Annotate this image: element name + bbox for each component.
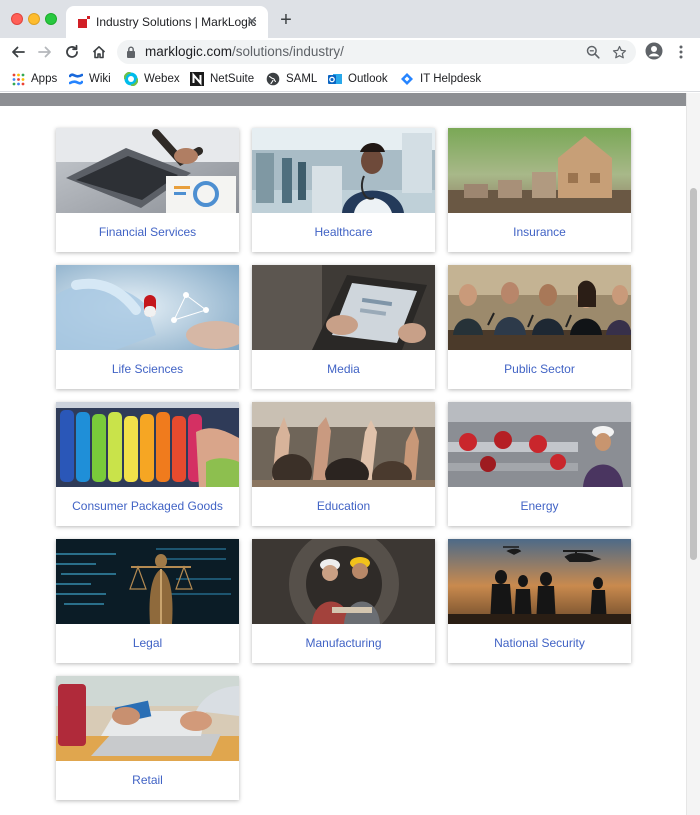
tab-strip: Industry Solutions | MarkLogic ✕ + bbox=[0, 0, 700, 38]
header-banner bbox=[0, 93, 686, 106]
industry-label[interactable]: National Security bbox=[448, 624, 631, 663]
industry-label[interactable]: Manufacturing bbox=[252, 624, 435, 663]
industry-label[interactable]: Insurance bbox=[448, 213, 631, 252]
industry-label[interactable]: Life Sciences bbox=[56, 350, 239, 389]
coin-stacks-and-wooden-house-photo bbox=[448, 128, 631, 213]
workers-in-hard-hats-photo bbox=[252, 539, 435, 624]
industry-card-media[interactable]: Media bbox=[252, 265, 435, 389]
lock-icon bbox=[127, 46, 135, 58]
new-tab-icon[interactable]: + bbox=[276, 10, 296, 30]
bookmark-outlook[interactable]: Outlook bbox=[328, 71, 388, 87]
scrollbar-thumb[interactable] bbox=[690, 188, 697, 560]
industry-card-life-sciences[interactable]: Life Sciences bbox=[56, 265, 239, 389]
marklogic-favicon-icon bbox=[78, 16, 90, 28]
industry-label[interactable]: Education bbox=[252, 487, 435, 526]
bookmark-label: Webex bbox=[144, 73, 180, 85]
active-tab[interactable]: Industry Solutions | MarkLogic ✕ bbox=[66, 6, 268, 38]
zoom-icon[interactable] bbox=[585, 44, 601, 60]
close-tab-icon[interactable]: ✕ bbox=[244, 13, 260, 29]
vertical-scrollbar[interactable] bbox=[686, 93, 700, 815]
industry-card-energy[interactable]: Energy bbox=[448, 402, 631, 526]
browser-toolbar: marklogic.com/solutions/industry/ bbox=[0, 38, 700, 66]
bookmark-label: SAML bbox=[286, 73, 318, 85]
industry-card-insurance[interactable]: Insurance bbox=[448, 128, 631, 252]
engineer-at-pipeline-valves-photo bbox=[448, 402, 631, 487]
confluence-icon bbox=[69, 72, 83, 86]
back-arrow-icon[interactable] bbox=[8, 42, 28, 62]
lady-justice-statue-photo bbox=[56, 539, 239, 624]
industry-label[interactable]: Consumer Packaged Goods bbox=[56, 487, 239, 526]
bookmark-label: IT Helpdesk bbox=[420, 73, 482, 85]
industry-card-healthcare[interactable]: Healthcare bbox=[252, 128, 435, 252]
bookmark-wiki[interactable]: Wiki bbox=[69, 71, 111, 87]
industry-card-financial-services[interactable]: Financial Services bbox=[56, 128, 239, 252]
apps-grid-icon bbox=[11, 72, 25, 86]
industry-card-manufacturing[interactable]: Manufacturing bbox=[252, 539, 435, 663]
address-bar[interactable]: marklogic.com/solutions/industry/ bbox=[117, 40, 636, 64]
bookmark-label: NetSuite bbox=[210, 73, 255, 85]
bookmarks-bar: Apps Wiki Webex NetSuite SAML Outlook IT… bbox=[0, 66, 700, 92]
industry-label[interactable]: Financial Services bbox=[56, 213, 239, 252]
bookmark-label: Apps bbox=[31, 73, 58, 85]
doctor-with-stethoscope-photo bbox=[252, 128, 435, 213]
bookmark-label: Outlook bbox=[348, 73, 388, 85]
students-raising-hands-photo bbox=[252, 402, 435, 487]
webex-icon bbox=[124, 72, 138, 86]
industry-label[interactable]: Healthcare bbox=[252, 213, 435, 252]
industry-label[interactable]: Media bbox=[252, 350, 435, 389]
maximize-window-button[interactable] bbox=[45, 13, 57, 25]
panel-of-officials-with-microphones-photo bbox=[448, 265, 631, 350]
industry-card-retail[interactable]: Retail bbox=[56, 676, 239, 800]
industry-card-public-sector[interactable]: Public Sector bbox=[448, 265, 631, 389]
close-window-button[interactable] bbox=[11, 13, 23, 25]
bookmark-it-helpdesk[interactable]: IT Helpdesk bbox=[400, 71, 481, 87]
bookmark-label: Wiki bbox=[89, 73, 111, 85]
outlook-icon bbox=[328, 72, 342, 86]
minimize-window-button[interactable] bbox=[28, 13, 40, 25]
bookmark-star-icon[interactable] bbox=[611, 44, 627, 60]
profile-avatar-icon[interactable] bbox=[645, 42, 663, 60]
jira-icon bbox=[400, 72, 414, 86]
supermarket-shelf-bottles-photo bbox=[56, 402, 239, 487]
industry-card-national-security[interactable]: National Security bbox=[448, 539, 631, 663]
url-path: /solutions/industry/ bbox=[232, 44, 344, 59]
industry-label[interactable]: Public Sector bbox=[448, 350, 631, 389]
industry-label[interactable]: Legal bbox=[56, 624, 239, 663]
industry-card-consumer-packaged-goods[interactable]: Consumer Packaged Goods bbox=[56, 402, 239, 526]
bookmark-saml[interactable]: SAML bbox=[266, 71, 317, 87]
laptop-and-charts-photo bbox=[56, 128, 239, 213]
bookmark-webex[interactable]: Webex bbox=[124, 71, 180, 87]
industry-card-education[interactable]: Education bbox=[252, 402, 435, 526]
industry-card-legal[interactable]: Legal bbox=[56, 539, 239, 663]
reload-icon[interactable] bbox=[62, 42, 82, 62]
page-viewport: Financial Services Healthcare Insurance … bbox=[0, 93, 700, 815]
url-domain: marklogic.com bbox=[145, 44, 233, 59]
hands-with-credit-card-and-laptop-photo bbox=[56, 676, 239, 761]
browser-menu-icon[interactable] bbox=[673, 42, 689, 62]
globe-icon bbox=[266, 72, 280, 86]
industry-label[interactable]: Retail bbox=[56, 761, 239, 800]
url-text[interactable]: marklogic.com/solutions/industry/ bbox=[145, 44, 344, 59]
netsuite-icon bbox=[190, 72, 204, 86]
industry-label[interactable]: Energy bbox=[448, 487, 631, 526]
soldiers-and-helicopters-silhouette-photo bbox=[448, 539, 631, 624]
gloved-hand-holding-capsule-photo bbox=[56, 265, 239, 350]
forward-arrow-icon[interactable] bbox=[35, 42, 55, 62]
hands-holding-tablet-photo bbox=[252, 265, 435, 350]
home-icon[interactable] bbox=[89, 42, 109, 62]
tab-title: Industry Solutions | MarkLogic bbox=[96, 15, 257, 29]
bookmark-netsuite[interactable]: NetSuite bbox=[190, 71, 254, 87]
bookmark-apps[interactable]: Apps bbox=[11, 71, 57, 87]
